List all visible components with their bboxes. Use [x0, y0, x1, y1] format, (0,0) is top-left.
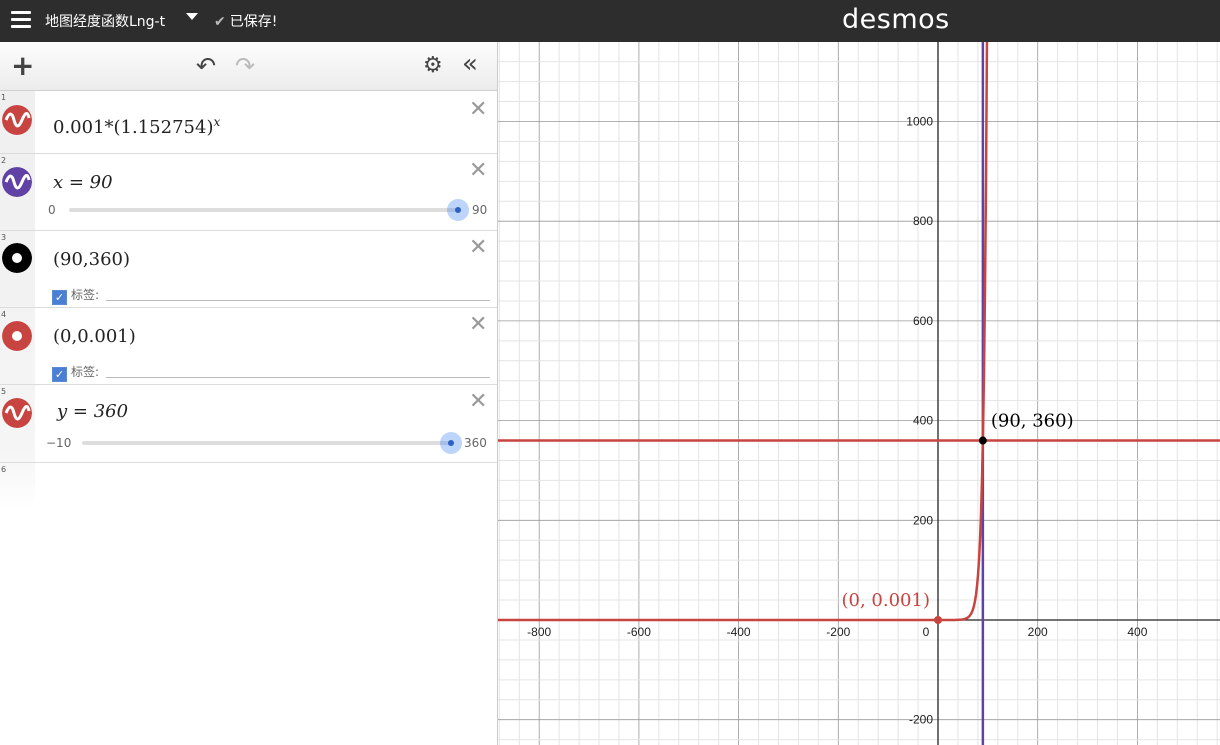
- expression-input[interactable]: (90,360): [53, 249, 130, 270]
- delete-expression-icon[interactable]: ✕: [469, 391, 487, 413]
- graph-canvas[interactable]: -800 -600 -400 -200 0 200 400 1000 800 600 400 200 -…: [498, 42, 1220, 745]
- collapse-panel-icon[interactable]: «: [462, 51, 478, 77]
- expression-number: 6: [1, 465, 7, 474]
- slider-min[interactable]: −10: [46, 436, 71, 450]
- label-input[interactable]: [106, 377, 490, 378]
- y-tick-label: 1000: [906, 115, 933, 129]
- slider-max[interactable]: 360: [464, 436, 487, 450]
- curve-icon[interactable]: [2, 105, 32, 135]
- expression-panel: + ↶ ↷ ⚙ « 1 0.001*(1.152754)x ✕ 2 x = 90…: [0, 42, 498, 745]
- y-tick-label: 800: [913, 214, 933, 228]
- x-tick-label: 200: [1028, 625, 1048, 639]
- redo-icon[interactable]: ↷: [235, 54, 255, 78]
- label-toggle[interactable]: ✓ 标签:: [52, 286, 99, 305]
- expression-row-6[interactable]: 6: [0, 463, 35, 513]
- plus-icon[interactable]: +: [11, 52, 34, 80]
- point-icon[interactable]: [2, 321, 32, 351]
- expression-number: 1: [1, 93, 7, 102]
- save-status: ✔ 已保存!: [214, 11, 277, 31]
- y-tick-label: 600: [913, 314, 933, 328]
- expression-row-2[interactable]: 2 x = 90 ✕ 0 90: [0, 154, 497, 231]
- slider-handle[interactable]: [447, 199, 469, 221]
- label-checkbox[interactable]: ✓: [52, 367, 67, 382]
- label-checkbox[interactable]: ✓: [52, 290, 67, 305]
- expression-row-5[interactable]: 5 y = 360 ✕ −10 360: [0, 385, 497, 463]
- expression-input[interactable]: 0.001*(1.152754)x: [53, 115, 220, 138]
- label-caption: 标签:: [71, 365, 100, 379]
- x-tick-label: -400: [727, 625, 751, 639]
- curve-icon[interactable]: [2, 398, 32, 428]
- x-tick-label: -600: [627, 625, 651, 639]
- x-tick-label: -200: [826, 625, 850, 639]
- expression-number: 2: [1, 156, 7, 165]
- slider-handle[interactable]: [440, 432, 462, 454]
- expression-number: 4: [1, 310, 7, 319]
- slider-track[interactable]: [82, 441, 452, 445]
- expression-row-1[interactable]: 1 0.001*(1.152754)x ✕: [0, 91, 497, 154]
- slider-max[interactable]: 90: [472, 203, 487, 217]
- expression-input[interactable]: (0,0.001): [53, 326, 136, 347]
- menu-icon[interactable]: [11, 11, 31, 29]
- point-90-360: [978, 436, 987, 445]
- expression-input[interactable]: x = 90: [53, 172, 113, 193]
- label-caption: 标签:: [71, 288, 100, 302]
- gear-icon[interactable]: ⚙: [423, 54, 443, 78]
- y-tick-label: 400: [913, 414, 933, 428]
- slider-min[interactable]: 0: [48, 203, 56, 217]
- delete-expression-icon[interactable]: ✕: [469, 160, 487, 182]
- exponential-curve: [498, 42, 989, 622]
- expression-toolbar: + ↶ ↷ ⚙ «: [0, 42, 497, 91]
- graph-title[interactable]: 地图经度函数Lng-t: [45, 11, 165, 31]
- slider-track[interactable]: [69, 208, 458, 212]
- save-status-text: 已保存!: [229, 14, 278, 30]
- delete-expression-icon[interactable]: ✕: [469, 314, 487, 336]
- expression-exponent: x: [213, 115, 221, 129]
- y-tick-label: -200: [909, 713, 933, 727]
- x-tick-label: 400: [1127, 625, 1147, 639]
- y-tick-label: 200: [913, 513, 933, 527]
- expression-number: 3: [1, 233, 7, 242]
- expression-number: 5: [1, 387, 7, 396]
- point-0-0001: [934, 615, 942, 624]
- chevron-down-icon[interactable]: [186, 13, 198, 20]
- label-toggle[interactable]: ✓ 标签:: [52, 363, 99, 382]
- point-label-90-360: (90, 360): [991, 411, 1074, 432]
- delete-expression-icon[interactable]: ✕: [469, 237, 487, 259]
- undo-icon[interactable]: ↶: [196, 54, 216, 78]
- desmos-logo: desmos: [842, 4, 950, 35]
- x-tick-label: -800: [527, 625, 551, 639]
- graph-paper[interactable]: -800 -600 -400 -200 0 200 400 1000 800 600 400 200 -…: [498, 42, 1220, 745]
- point-icon[interactable]: [2, 243, 32, 273]
- top-bar: 地图经度函数Lng-t ✔ 已保存! desmos: [0, 0, 1220, 42]
- x-tick-label: 0: [923, 625, 930, 639]
- expression-row-3[interactable]: 3 (90,360) ✕ ✓ 标签:: [0, 231, 497, 308]
- point-label-0-0001: (0, 0.001): [842, 590, 930, 611]
- expression-row-4[interactable]: 4 (0,0.001) ✕ ✓ 标签:: [0, 308, 497, 385]
- curve-icon[interactable]: [2, 167, 32, 197]
- check-icon: ✔: [214, 14, 226, 30]
- expression-latex: 0.001*(1.152754): [53, 117, 214, 138]
- label-input[interactable]: [106, 300, 490, 301]
- expression-input[interactable]: y = 360: [57, 401, 128, 422]
- delete-expression-icon[interactable]: ✕: [469, 99, 487, 121]
